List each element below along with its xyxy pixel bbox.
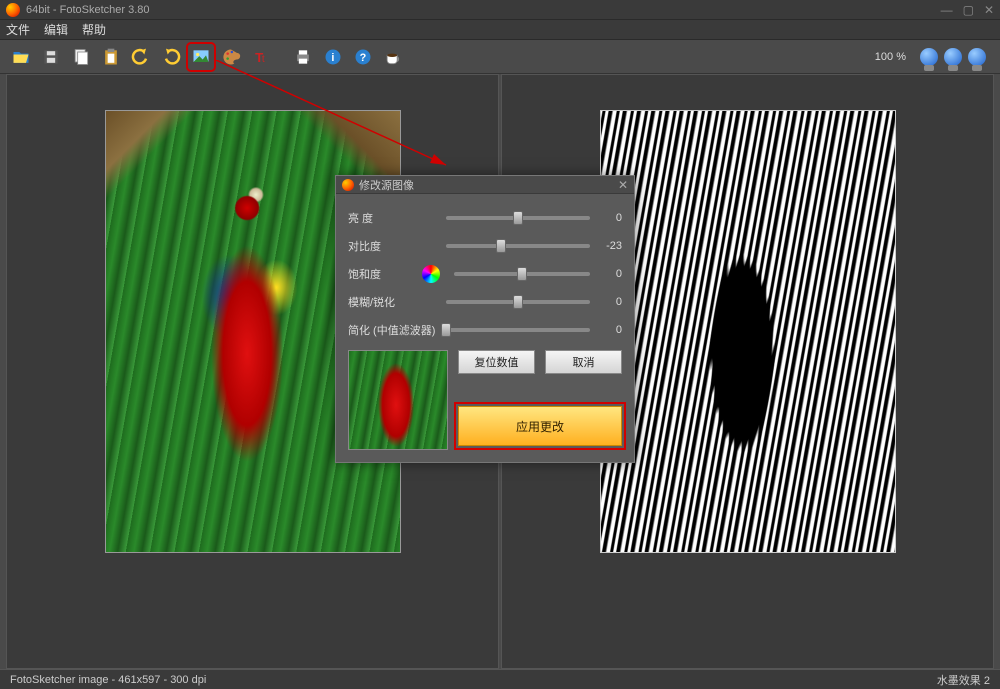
dialog-close-button[interactable]: ✕ [618, 178, 628, 192]
zoom-orb-2[interactable] [944, 48, 962, 66]
dialog-icon [342, 179, 354, 191]
dialog-titlebar[interactable]: 修改源图像 ✕ [336, 176, 634, 194]
apply-button[interactable]: 应用更改 [458, 406, 622, 446]
svg-text:t: t [262, 54, 265, 65]
maximize-button[interactable]: ▢ [963, 3, 974, 17]
redo-button[interactable] [158, 44, 184, 70]
saturation-slider-row: 饱和度 0 [348, 260, 622, 288]
saturation-value: 0 [598, 268, 622, 280]
svg-text:i: i [331, 52, 334, 64]
modify-source-button[interactable] [188, 44, 214, 70]
reset-button[interactable]: 复位数值 [458, 350, 535, 374]
app-icon [6, 3, 20, 17]
blur-value: 0 [598, 296, 622, 308]
simplify-label: 简化 (中值滤波器) [348, 322, 438, 338]
dialog-title: 修改源图像 [359, 177, 414, 193]
zoom-orb-1[interactable] [920, 48, 938, 66]
blur-label: 模糊/锐化 [348, 294, 438, 310]
status-right: 水墨效果 2 [937, 672, 990, 688]
window-title: 64bit - FotoSketcher 3.80 [26, 4, 150, 16]
blur-slider-row: 模糊/锐化 0 [348, 288, 622, 316]
print-button[interactable] [290, 44, 316, 70]
undo-button[interactable] [128, 44, 154, 70]
simplify-value: 0 [598, 324, 622, 336]
statusbar: FotoSketcher image - 461x597 - 300 dpi 水… [0, 669, 1000, 689]
window-controls: — ▢ ✕ [941, 3, 994, 17]
blur-slider[interactable] [446, 300, 590, 304]
menu-help[interactable]: 帮助 [82, 21, 106, 38]
svg-text:?: ? [360, 52, 367, 64]
simplify-slider-row: 简化 (中值滤波器) 0 [348, 316, 622, 344]
help-button[interactable]: ? [350, 44, 376, 70]
toolbar: Tt i ? 100 % [0, 40, 1000, 74]
brightness-value: 0 [598, 212, 622, 224]
zoom-orbs [920, 48, 986, 66]
contrast-slider-row: 对比度 -23 [348, 232, 622, 260]
status-left: FotoSketcher image - 461x597 - 300 dpi [10, 674, 206, 686]
dialog-preview [348, 350, 448, 450]
copy-button[interactable] [68, 44, 94, 70]
zoom-label: 100 % [875, 51, 906, 63]
coffee-button[interactable] [380, 44, 406, 70]
menu-file[interactable]: 文件 [6, 21, 30, 38]
color-wheel-icon [422, 265, 440, 283]
result-image [600, 110, 896, 553]
contrast-slider[interactable] [446, 244, 590, 248]
brightness-slider-row: 亮 度 0 [348, 204, 622, 232]
cancel-button[interactable]: 取消 [545, 350, 622, 374]
open-file-button[interactable] [8, 44, 34, 70]
close-button[interactable]: ✕ [984, 3, 994, 17]
simplify-slider[interactable] [446, 328, 590, 332]
modify-source-dialog: 修改源图像 ✕ 亮 度 0 对比度 -23 饱和度 0 模糊/锐化 0 简化 (… [335, 175, 635, 463]
contrast-value: -23 [598, 240, 622, 252]
info-button[interactable]: i [320, 44, 346, 70]
save-button[interactable] [38, 44, 64, 70]
menubar: 文件 编辑 帮助 [0, 20, 1000, 40]
minimize-button[interactable]: — [941, 3, 953, 17]
zoom-orb-3[interactable] [968, 48, 986, 66]
menu-edit[interactable]: 编辑 [44, 21, 68, 38]
text-tool-button[interactable]: Tt [248, 44, 274, 70]
saturation-slider[interactable] [454, 272, 590, 276]
brightness-slider[interactable] [446, 216, 590, 220]
contrast-label: 对比度 [348, 238, 438, 254]
palette-button[interactable] [218, 44, 244, 70]
titlebar: 64bit - FotoSketcher 3.80 — ▢ ✕ [0, 0, 1000, 20]
brightness-label: 亮 度 [348, 210, 438, 226]
paste-button[interactable] [98, 44, 124, 70]
